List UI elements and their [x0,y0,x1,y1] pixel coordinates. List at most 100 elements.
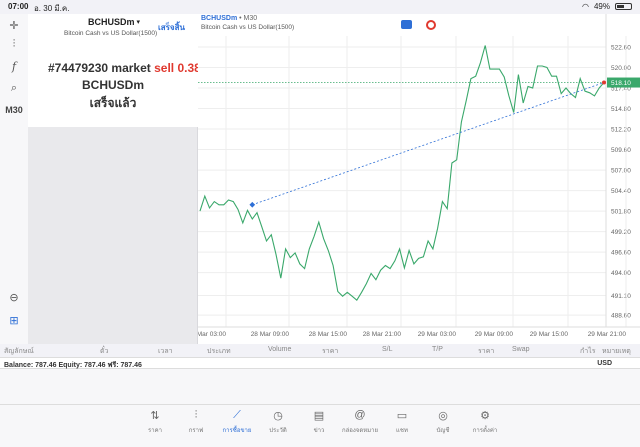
entry-marker [249,201,256,208]
status-right: ◠ 49% [582,2,632,11]
tab-label: การตั้งค่า [472,428,498,434]
trade-icon: ⟋ [233,409,241,421]
objects-icon[interactable]: ⌕ [4,80,24,96]
col-current-price: ราคา [478,348,495,355]
col-symbol: สัญลักษณ์ [4,348,34,355]
price-series-line [199,45,605,302]
x-tick-label: 28 Mar 03:00 [198,331,226,338]
history-icon: ◷ [273,410,283,422]
bottom-tab-bar: ⇅ ราคา ⫶ กราฟ ⟋ การซื้อขาย ◷ ประวัติ ▤ ข… [0,404,640,447]
y-tick-label: 499.20 [611,229,631,236]
chart-subtitle: Bitcoin Cash vs US Dollar(1500) [201,24,295,31]
y-tick-label: 491.10 [611,293,631,300]
tab-label: แชท [396,428,408,434]
chart-icon: ⫶ [194,409,198,421]
panel-symbol-description: Bitcoin Cash vs US Dollar(1500) [64,30,158,37]
tab-quotes[interactable]: ⇅ ราคา [135,409,175,435]
tab-settings[interactable]: ⚙ การตั้งค่า [465,409,505,435]
chart-symbol: BCHUSDm [201,15,238,22]
x-tick-label: 29 Mar 03:00 [418,331,457,338]
order-prefix: #74479230 market [48,61,151,75]
col-profit: กำไร [580,348,596,355]
tab-label: การซื้อขาย [222,428,252,434]
col-type: ประเภท [207,348,231,355]
col-price: ราคา [322,348,339,355]
chart-canvas[interactable]: 488.60 491.10 494.00 496.60 499.20 501.80 504.… [198,14,640,344]
wifi-icon: ◠ [582,2,589,11]
status-time: 07:00 [8,2,29,11]
order-result: BCHUSDm ▾ Bitcoin Cash vs US Dollar(1500… [28,14,201,127]
current-price-label: 518.10 [611,80,631,87]
chart-timeframe: • M30 [239,15,258,22]
y-tick-label: 501.80 [611,209,631,216]
y-tick-label: 496.60 [611,250,631,257]
tab-chat[interactable]: ▭ แชท [382,409,422,435]
battery-percent: 49% [593,2,610,11]
connection-status-icon[interactable] [426,20,436,30]
chart-toolbar: ✛ ⫶ f ⌕ M30 ⊖ ⊞ [0,14,28,344]
x-tick-label: 28 Mar 09:00 [251,331,290,338]
trade-list [0,369,640,404]
col-tp: T/P [432,346,443,353]
tab-trade[interactable]: ⟋ การซื้อขาย [217,409,257,435]
quotes-icon: ⇅ [150,410,160,422]
tab-label: กราฟ [188,428,204,434]
y-tick-label: 507.00 [611,168,631,175]
indicator-icon[interactable]: f [4,58,24,74]
tab-label: กล่องจดหมาย [341,428,379,434]
order-panel: BCHUSDm ▾ Bitcoin Cash vs US Dollar(1500… [28,14,201,344]
panel-symbol: BCHUSDm [88,17,135,27]
x-tick-label: 29 Mar 09:00 [475,331,514,338]
symbol-selector[interactable]: BCHUSDm ▾ [88,17,140,27]
tab-mailbox[interactable]: @ กล่องจดหมาย [340,409,380,435]
y-tick-label: 504.40 [611,188,631,195]
chevron-down-icon: ▾ [136,19,141,26]
zoom-icon[interactable]: ⊖ [4,289,24,305]
order-side: sell 0.38 [154,61,201,75]
y-tick-label: 509.60 [611,147,631,154]
col-sl: S/L [382,346,393,353]
battery-icon [615,3,632,10]
balance-row: Balance: 787.46 Equity: 787.46 ฟรี: 787.… [0,357,640,369]
done-button[interactable]: เสร็จสิ้น [158,21,185,34]
account-icon: ◎ [438,410,448,422]
tab-label: ข่าว [313,428,325,434]
chart-type-icon[interactable]: ⫶ [4,36,24,52]
col-time: เวลา [158,348,173,355]
tab-label: ราคา [148,428,162,434]
col-volume: Volume [268,346,292,353]
x-tick-label: 28 Mar 21:00 [363,331,402,338]
mailbox-icon: @ [354,409,366,421]
x-tick-label: 28 Mar 15:00 [309,331,348,338]
order-status: เสร็จแล้ว [89,96,137,110]
tab-news[interactable]: ▤ ข่าว [299,409,339,435]
tab-label: บัญชี [436,428,450,434]
order-summary: #74479230 market sell 0.38 [48,61,201,75]
settings-icon: ⚙ [480,410,490,422]
chart-title: BCHUSDm • M30 [201,15,257,22]
tab-label: ประวัติ [269,428,287,434]
new-order-icon[interactable]: ⊞ [4,312,24,328]
balance-currency: USD [597,360,612,367]
y-tick-label: 522.60 [611,45,631,52]
tab-history[interactable]: ◷ ประวัติ [258,409,298,435]
col-comment: หมายเหตุ [602,348,631,355]
tab-account[interactable]: ◎ บัญชี [423,409,463,435]
y-tick-label: 520.00 [611,65,631,72]
price-chart[interactable]: 488.60 491.10 494.00 496.60 499.20 501.80 504.… [198,14,640,344]
timeframe-button[interactable]: M30 [4,102,24,118]
y-tick-label: 514.80 [611,106,631,113]
crosshair-icon[interactable]: ✛ [4,17,24,33]
order-symbol: BCHUSDm [81,78,144,92]
one-click-trading-icon[interactable] [401,20,412,29]
y-tick-label: 494.00 [611,270,631,277]
x-tick-label: 29 Mar 15:00 [530,331,569,338]
tab-chart[interactable]: ⫶ กราฟ [176,409,216,435]
close-marker [602,80,606,85]
trade-connector-line [252,82,605,206]
col-ticket: ตั๋ว [100,348,109,355]
chat-icon: ▭ [396,410,408,422]
news-icon: ▤ [313,410,325,422]
y-tick-label: 512.20 [611,127,631,134]
x-tick-label: 29 Mar 21:00 [588,331,627,338]
